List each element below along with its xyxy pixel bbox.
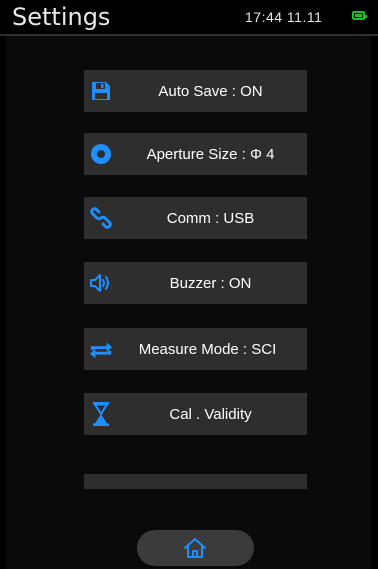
buzzer-button[interactable]: Buzzer : ON [84, 262, 307, 304]
cal-validity-label: Cal . Validity [169, 405, 252, 423]
link-icon [88, 205, 114, 231]
menu-item-partial[interactable] [84, 474, 307, 489]
settings-screen: Settings 17:44 11.11 Auto Save : ON Aper… [0, 0, 378, 569]
title-bar: Settings 17:44 11.11 [0, 0, 378, 36]
cal-validity-button[interactable]: Cal . Validity [84, 393, 307, 435]
measure-mode-label: Measure Mode : SCI [138, 340, 277, 358]
home-button[interactable] [137, 530, 254, 566]
hourglass-icon [88, 401, 114, 427]
aperture-size-label: Aperture Size : Φ 4 [146, 145, 275, 163]
battery-icon [352, 11, 367, 20]
comm-button[interactable]: Comm : USB [84, 197, 307, 239]
buzzer-label: Buzzer : ON [169, 274, 252, 292]
comm-label: Comm : USB [166, 209, 255, 227]
aperture-size-button[interactable]: Aperture Size : Φ 4 [84, 133, 307, 175]
measure-mode-button[interactable]: Measure Mode : SCI [84, 328, 307, 370]
speaker-icon [88, 270, 114, 296]
clock-date: 17:44 11.11 [245, 9, 323, 25]
page-title: Settings [12, 3, 111, 31]
home-icon [183, 537, 207, 559]
save-icon [88, 78, 114, 104]
auto-save-button[interactable]: Auto Save : ON [84, 70, 307, 112]
aperture-icon [88, 141, 114, 167]
auto-save-label: Auto Save : ON [158, 82, 263, 100]
